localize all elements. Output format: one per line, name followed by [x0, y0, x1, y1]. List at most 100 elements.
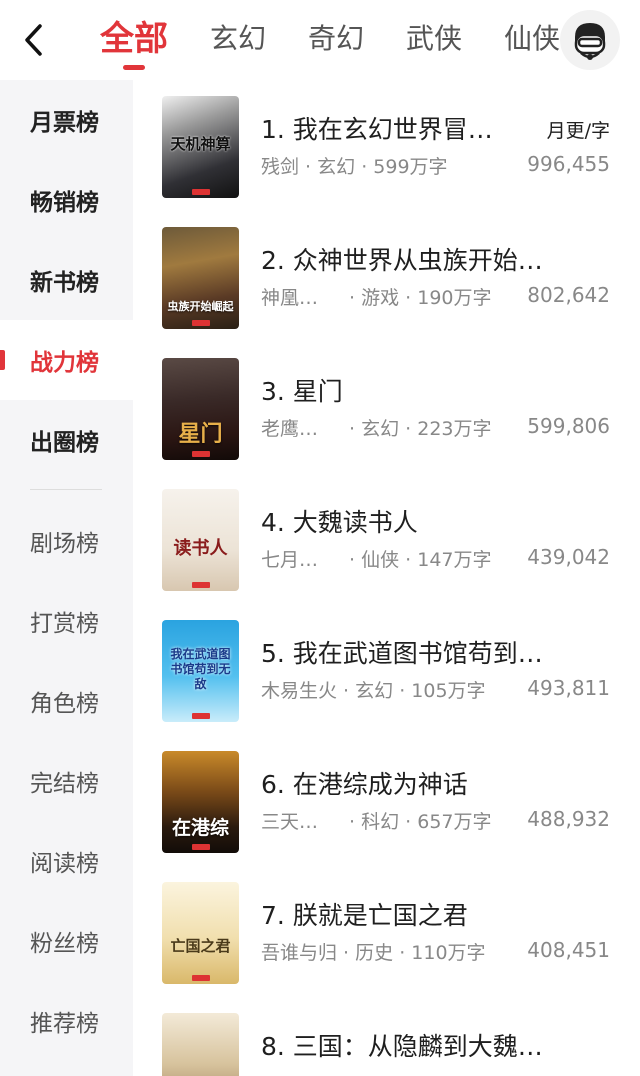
book-word-count: 110万字 — [411, 942, 486, 964]
sidebar-item-reading[interactable]: 阅读榜 — [0, 821, 133, 901]
book-author: 七月… — [261, 549, 319, 571]
book-genre: 玄幻 — [361, 418, 400, 440]
book-title: 4. 大魏读书人 — [261, 508, 418, 537]
list-item[interactable]: 8. 三国：从隐麟到大魏… — [133, 997, 640, 1076]
book-word-count: 223万字 — [417, 418, 492, 440]
book-score: 493,811 — [527, 676, 610, 700]
book-word-count: 147万字 — [417, 549, 492, 571]
sidebar-item-label: 战力榜 — [30, 350, 99, 376]
book-meta: 老鹰… · 玄幻 · 223万字 — [261, 414, 492, 441]
tab-qihuan[interactable]: 奇幻 — [308, 14, 364, 70]
active-indicator — [0, 350, 5, 370]
book-word-count: 105万字 — [411, 680, 486, 702]
book-meta: 三天… · 科幻 · 657万字 — [261, 807, 492, 834]
user-avatar-button[interactable] — [560, 10, 620, 70]
sidebar-divider — [30, 489, 102, 490]
sidebar-item-character[interactable]: 角色榜 — [0, 661, 133, 741]
book-cover: 天机神算 — [162, 96, 239, 198]
book-genre: 玄幻 — [317, 156, 356, 178]
book-author: 神凰… — [261, 287, 319, 309]
book-cover: 在港综 — [162, 751, 239, 853]
tab-xianxia[interactable]: 仙侠 — [504, 14, 560, 70]
book-score: 599,806 — [527, 414, 610, 438]
book-title: 8. 三国：从隐麟到大魏… — [261, 1032, 543, 1061]
ranking-sidebar: 月票榜 畅销榜 新书榜 战力榜 出圈榜 剧场榜 打赏榜 角色榜 完结榜 阅读榜 … — [0, 80, 133, 1076]
publisher-badge — [191, 189, 210, 195]
cover-title: 我在武道图书馆苟到无敌 — [170, 647, 231, 691]
book-meta: 七月… · 仙侠 · 147万字 — [261, 545, 492, 572]
sidebar-item-label: 完结榜 — [30, 771, 99, 797]
tab-label: 全部 — [100, 19, 168, 59]
tab-xuanhuan[interactable]: 玄幻 — [210, 14, 266, 70]
sidebar-item-label: 推荐榜 — [30, 1011, 99, 1037]
book-word-count: 657万字 — [417, 811, 492, 833]
book-score: 996,455 — [527, 152, 610, 176]
sidebar-item-power[interactable]: 战力榜 — [0, 320, 133, 400]
sidebar-item-label: 新书榜 — [30, 270, 99, 296]
user-avatar-icon — [574, 23, 606, 60]
tab-label: 奇幻 — [308, 22, 365, 55]
book-score: 802,642 — [527, 283, 610, 307]
sidebar-item-monthly-ticket[interactable]: 月票榜 — [0, 80, 133, 160]
book-author: 吾谁与归 — [261, 942, 338, 964]
book-title: 7. 朕就是亡国之君 — [261, 901, 468, 930]
sidebar-item-label: 畅销榜 — [30, 190, 99, 216]
book-meta: 木易生火 · 玄幻 · 105万字 — [261, 676, 486, 703]
list-item[interactable]: 虫族开始崛起 2. 众神世界从虫族开始… 神凰… · 游戏 · 190万字 802… — [133, 211, 640, 342]
cover-title: 虫族开始崛起 — [167, 300, 234, 313]
book-genre: 科幻 — [361, 811, 400, 833]
book-cover — [162, 1013, 239, 1076]
book-title: 5. 我在武道图书馆苟到… — [261, 639, 543, 668]
book-score: 488,932 — [527, 807, 610, 831]
book-title: 3. 星门 — [261, 377, 343, 406]
book-title: 2. 众神世界从虫族开始… — [261, 246, 543, 275]
list-item[interactable]: 亡国之君 7. 朕就是亡国之君 吾谁与归 · 历史 · 110万字 408,45… — [133, 866, 640, 997]
cover-title: 读书人 — [173, 538, 228, 559]
book-genre: 游戏 — [361, 287, 400, 309]
sidebar-item-fans[interactable]: 粉丝榜 — [0, 901, 133, 981]
book-cover: 亡国之君 — [162, 882, 239, 984]
sidebar-item-recommend[interactable]: 推荐榜 — [0, 981, 133, 1061]
sidebar-item-reward[interactable]: 打赏榜 — [0, 581, 133, 661]
sidebar-item-new-books[interactable]: 新书榜 — [0, 240, 133, 320]
book-word-count: 190万字 — [417, 287, 492, 309]
top-bar: 全部 玄幻 奇幻 武侠 仙侠 — [0, 0, 640, 80]
book-cover: 虫族开始崛起 — [162, 227, 239, 329]
sidebar-item-label: 粉丝榜 — [30, 931, 99, 957]
list-item[interactable]: 天机神算 1. 我在玄幻世界冒… 月更/字 残剑 · 玄幻 · 599万字 99… — [133, 80, 640, 211]
sidebar-item-completed[interactable]: 完结榜 — [0, 741, 133, 821]
publisher-badge — [191, 713, 210, 719]
book-score: 439,042 — [527, 545, 610, 569]
cover-title: 亡国之君 — [170, 937, 231, 955]
book-meta: 残剑 · 玄幻 · 599万字 — [261, 152, 448, 179]
book-meta: 吾谁与归 · 历史 · 110万字 — [261, 938, 486, 965]
book-cover: 星门 — [162, 358, 239, 460]
tab-wuxia[interactable]: 武侠 — [406, 14, 462, 70]
cover-title: 天机神算 — [170, 135, 231, 153]
sidebar-item-label: 角色榜 — [30, 691, 99, 717]
sidebar-item-breakout[interactable]: 出圈榜 — [0, 400, 133, 480]
book-genre: 历史 — [355, 942, 394, 964]
book-word-count: 599万字 — [373, 156, 448, 178]
list-item[interactable]: 我在武道图书馆苟到无敌 5. 我在武道图书馆苟到… 木易生火 · 玄幻 · 10… — [133, 604, 640, 735]
list-item[interactable]: 星门 3. 星门 老鹰… · 玄幻 · 223万字 599,806 — [133, 342, 640, 473]
publisher-badge — [191, 975, 210, 981]
book-title: 1. 我在玄幻世界冒… — [261, 115, 493, 144]
tab-all[interactable]: 全部 — [100, 14, 168, 70]
list-item[interactable]: 在港综 6. 在港综成为神话 三天… · 科幻 · 657万字 488,932 — [133, 735, 640, 866]
book-score: 408,451 — [527, 938, 610, 962]
sidebar-item-theater[interactable]: 剧场榜 — [0, 501, 133, 581]
book-cover: 我在武道图书馆苟到无敌 — [162, 620, 239, 722]
back-button[interactable] — [14, 18, 54, 62]
book-author: 三天… — [261, 811, 319, 833]
tab-label: 武侠 — [406, 22, 463, 55]
sidebar-item-label: 阅读榜 — [30, 851, 99, 877]
sidebar-item-bestseller[interactable]: 畅销榜 — [0, 160, 133, 240]
list-item[interactable]: 读书人 4. 大魏读书人 七月… · 仙侠 · 147万字 439,042 — [133, 473, 640, 604]
sidebar-item-label: 打赏榜 — [30, 611, 99, 637]
sidebar-item-label: 月票榜 — [30, 110, 99, 136]
publisher-badge — [191, 320, 210, 326]
ranking-list: 天机神算 1. 我在玄幻世界冒… 月更/字 残剑 · 玄幻 · 599万字 99… — [133, 80, 640, 1076]
book-genre: 玄幻 — [355, 680, 394, 702]
sidebar-item-label: 剧场榜 — [30, 531, 99, 557]
